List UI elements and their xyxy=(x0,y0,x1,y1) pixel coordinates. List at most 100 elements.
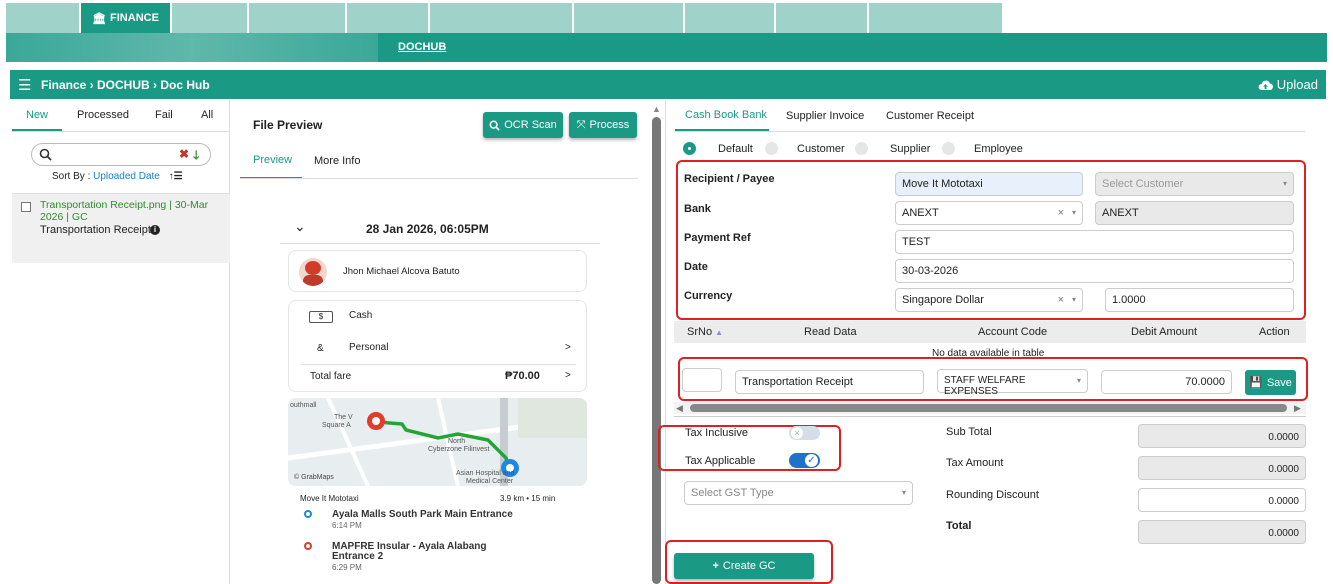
rounding-discount-field[interactable]: 0.0000 xyxy=(1138,488,1306,512)
ocr-scan-button[interactable]: OCR Scan xyxy=(483,112,563,138)
payment-ref-field[interactable]: TEST xyxy=(895,230,1294,254)
top-tab[interactable] xyxy=(776,3,868,33)
file-preview-panel: File Preview OCR Scan ⤧ Process Preview … xyxy=(240,100,648,584)
top-tab[interactable] xyxy=(574,3,684,33)
map-attribution: © GrabMaps xyxy=(294,474,334,481)
gst-type-dropdown[interactable]: Select GST Type ▾ xyxy=(684,481,913,505)
clear-icon[interactable]: ✖ xyxy=(179,147,189,161)
date-field[interactable]: 30-03-2026 xyxy=(895,259,1294,283)
chevron-right-icon: > xyxy=(565,370,571,381)
chevron-down-icon: ▾ xyxy=(1076,376,1081,385)
chevron-down-icon: ▾ xyxy=(1071,295,1076,304)
file-doc-type: Transportation Receipt xyxy=(40,224,151,236)
tab-cash-book-bank[interactable]: Cash Book Bank xyxy=(685,109,767,121)
create-gc-button[interactable]: + Create GC xyxy=(674,553,814,579)
recipient-field[interactable]: Move It Mototaxi xyxy=(895,172,1083,196)
tab-all[interactable]: All xyxy=(201,109,213,121)
info-icon[interactable]: i xyxy=(150,225,160,235)
chevron-down-icon: ▾ xyxy=(1071,208,1076,217)
file-name-line2: 2026 | GC xyxy=(40,211,88,223)
sub-nav: DOCHUB xyxy=(6,33,1327,62)
cloud-upload-icon xyxy=(1258,80,1273,90)
scrollbar-thumb[interactable] xyxy=(652,117,661,584)
col-debit-amount[interactable]: Debit Amount xyxy=(1131,326,1197,338)
save-button[interactable]: 💾 Save xyxy=(1245,370,1296,395)
file-name[interactable]: Transportation Receipt.png | 30-Mar xyxy=(40,199,208,211)
clear-icon[interactable]: × xyxy=(1058,294,1064,306)
top-tab[interactable] xyxy=(6,3,80,33)
preview-title: File Preview xyxy=(253,118,323,132)
col-srno[interactable]: SrNo ▲ xyxy=(687,326,723,338)
sort-order-icon[interactable]: ↑☰ xyxy=(169,171,183,182)
document-list-panel: New Processed Fail All ✖ 🡓 Sort By : Upl… xyxy=(12,100,230,584)
bank-code-field: ANEXT xyxy=(1095,201,1294,225)
tax-inclusive-toggle[interactable]: × xyxy=(789,426,820,440)
top-tab[interactable] xyxy=(172,3,248,33)
sort-field-link[interactable]: Uploaded Date xyxy=(93,171,160,182)
chevron-down-icon: ▾ xyxy=(1282,179,1287,188)
account-code-select[interactable]: STAFF WELFARE EXPENSES ▾ xyxy=(937,369,1088,397)
upload-button[interactable]: Upload xyxy=(1258,77,1318,92)
col-action[interactable]: Action xyxy=(1259,326,1290,338)
scrollbar-thumb[interactable] xyxy=(690,404,1287,412)
read-data-input[interactable]: Transportation Receipt xyxy=(735,370,924,394)
col-account-code[interactable]: Account Code xyxy=(978,326,1047,338)
radio-employee[interactable] xyxy=(942,142,955,155)
bank-select[interactable]: ANEXT × ▾ xyxy=(895,201,1083,225)
chevron-down-icon: ⌄ xyxy=(294,218,306,234)
search-icon xyxy=(39,148,52,161)
top-tab-finance[interactable]: 🏛 FINANCE xyxy=(81,3,171,33)
avatar xyxy=(299,258,327,286)
col-read-data[interactable]: Read Data xyxy=(804,326,857,338)
save-icon: 💾 xyxy=(1249,377,1263,389)
tab-new[interactable]: New xyxy=(26,109,48,121)
plus-icon: + xyxy=(712,560,719,572)
debit-amount-input[interactable]: 70.0000 xyxy=(1101,370,1232,394)
select-customer-dropdown[interactable]: Select Customer ▾ xyxy=(1095,172,1294,196)
person-icon: & xyxy=(317,343,324,354)
top-nav: 🏛 FINANCE xyxy=(0,0,1333,33)
dropoff-icon xyxy=(304,542,312,550)
currency-select[interactable]: Singapore Dollar × ▾ xyxy=(895,288,1083,312)
tab-more-info[interactable]: More Info xyxy=(314,155,360,167)
expand-icon: ⤧ xyxy=(576,118,586,131)
route-map: outhmall The V Square A North Cyberzone … xyxy=(288,398,587,486)
list-item[interactable]: Transportation Receipt.png | 30-Mar 2026… xyxy=(12,193,230,263)
dochub-link[interactable]: DOCHUB xyxy=(398,41,446,53)
bank-icon: 🏛 xyxy=(92,12,107,25)
tab-preview[interactable]: Preview xyxy=(253,154,292,166)
check-icon: ✓ xyxy=(805,454,818,467)
radio-default[interactable] xyxy=(683,142,696,155)
top-tab[interactable] xyxy=(249,3,346,33)
exchange-rate-field[interactable]: 1.0000 xyxy=(1105,288,1294,312)
total-field: 0.0000 xyxy=(1138,520,1306,544)
breadcrumb-text: Finance › DOCHUB › Doc Hub xyxy=(41,78,210,92)
tab-processed[interactable]: Processed xyxy=(77,109,129,121)
top-tab[interactable] xyxy=(685,3,775,33)
vertical-scrollbar[interactable]: ▲ xyxy=(650,100,664,584)
radio-customer[interactable] xyxy=(765,142,778,155)
top-tab[interactable] xyxy=(347,3,429,33)
arrow-down-icon[interactable]: 🡓 xyxy=(193,146,199,167)
top-tab[interactable] xyxy=(430,3,573,33)
sort-by: Sort By : Uploaded Date ↑☰ xyxy=(52,171,183,182)
tab-customer-receipt[interactable]: Customer Receipt xyxy=(886,110,974,122)
subtotal-field: 0.0000 xyxy=(1138,424,1306,448)
process-button[interactable]: ⤧ Process xyxy=(569,112,637,138)
tax-applicable-toggle[interactable]: ✓ xyxy=(789,453,820,468)
search-input[interactable]: ✖ 🡓 xyxy=(31,143,211,166)
horizontal-scrollbar[interactable]: ◀ ▶ xyxy=(674,402,1306,414)
breadcrumb: ☰ Finance › DOCHUB › Doc Hub Upload xyxy=(10,70,1326,99)
radio-supplier[interactable] xyxy=(855,142,868,155)
hamburger-menu-icon[interactable]: ☰ xyxy=(18,76,31,94)
tax-amount-field: 0.0000 xyxy=(1138,456,1306,480)
top-tab[interactable] xyxy=(869,3,1003,33)
srno-input[interactable] xyxy=(682,368,722,392)
pickup-icon xyxy=(304,510,312,518)
chevron-right-icon: > xyxy=(565,342,571,353)
tab-fail[interactable]: Fail xyxy=(155,109,173,121)
file-checkbox[interactable] xyxy=(21,202,31,212)
clear-icon[interactable]: × xyxy=(1058,207,1064,219)
entry-form-panel: Cash Book Bank Supplier Invoice Customer… xyxy=(658,100,1313,584)
tab-supplier-invoice[interactable]: Supplier Invoice xyxy=(786,110,864,122)
